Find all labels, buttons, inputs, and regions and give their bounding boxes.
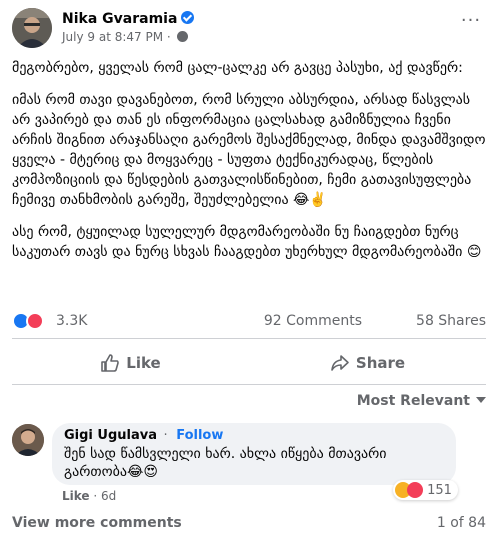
thumbs-up-icon — [101, 354, 120, 372]
reaction-icons[interactable] — [12, 312, 46, 330]
comment-reaction-count: 151 — [427, 483, 452, 498]
comment-header: Gigi Ugulava · Follow — [64, 428, 223, 443]
comment-like-button[interactable]: Like — [62, 489, 90, 503]
author-name[interactable]: Nika Gvaramia — [62, 11, 195, 27]
like-button[interactable]: Like — [12, 345, 249, 381]
follow-button[interactable]: Follow — [176, 428, 223, 443]
divider — [12, 384, 486, 385]
sort-label: Most Relevant — [356, 393, 470, 409]
comments-count[interactable]: 92 Comments — [264, 313, 362, 329]
comment-paging: 1 of 84 — [436, 515, 486, 531]
reactions-summary: 3.3K 92 Comments 58 Shares — [12, 311, 486, 333]
share-label: Share — [355, 354, 406, 372]
commenter-name[interactable]: Gigi Ugulava — [64, 428, 157, 443]
post-body: მეგობრებო, ყველას რომ ცალ-ცალკე არ გავცე… — [12, 58, 486, 274]
love-icon — [26, 312, 44, 330]
post-meta: July 9 at 8:47 PM · — [62, 30, 188, 44]
author-avatar[interactable] — [12, 8, 52, 48]
more-options-button[interactable]: ··· — [456, 12, 486, 36]
post-timestamp[interactable]: July 9 at 8:47 PM — [62, 30, 163, 44]
comment-separator: · — [163, 428, 168, 443]
share-button[interactable]: Share — [249, 345, 486, 381]
comment-age[interactable]: 6d — [101, 489, 116, 503]
post-paragraph: იმას რომ თავი დავანებოთ, რომ სრული აბსურ… — [12, 92, 486, 208]
shares-count[interactable]: 58 Shares — [416, 313, 486, 329]
globe-icon — [176, 31, 188, 42]
post-header: Nika Gvaramia July 9 at 8:47 PM · ··· — [12, 8, 486, 48]
post-paragraph: ასე რომ, ტყუილად სულელურ მდგომარეობაში ნ… — [12, 224, 482, 260]
verified-badge-icon — [181, 11, 195, 24]
love-icon — [407, 482, 423, 498]
divider — [12, 338, 486, 339]
comment-text: შენ სად წამსვლელი ხარ. ახლა იწყება მთავა… — [64, 446, 387, 480]
like-label: Like — [126, 354, 161, 372]
share-arrow-icon — [331, 355, 349, 371]
facebook-post: Nika Gvaramia July 9 at 8:47 PM · ··· მე… — [0, 0, 498, 542]
comment-meta: Like · 6d — [62, 489, 116, 503]
comment-reactions[interactable]: 151 — [393, 480, 458, 500]
comment-meta-separator: · — [93, 489, 98, 503]
commenter-avatar[interactable] — [12, 424, 44, 456]
reaction-count[interactable]: 3.3K — [56, 313, 87, 329]
action-bar: Like Share — [12, 345, 486, 381]
comment-sort-dropdown[interactable]: Most Relevant — [357, 393, 486, 409]
caret-down-icon — [476, 397, 486, 403]
comment-bubble: Gigi Ugulava · Follow შენ სად წამსვლელი … — [52, 423, 456, 485]
author-name-text[interactable]: Nika Gvaramia — [62, 11, 177, 27]
meta-separator: · — [166, 30, 171, 44]
view-more-comments-link[interactable]: View more comments — [12, 515, 182, 531]
post-paragraph: მეგობრებო, ყველას რომ ცალ-ცალკე არ გავცე… — [12, 60, 463, 76]
